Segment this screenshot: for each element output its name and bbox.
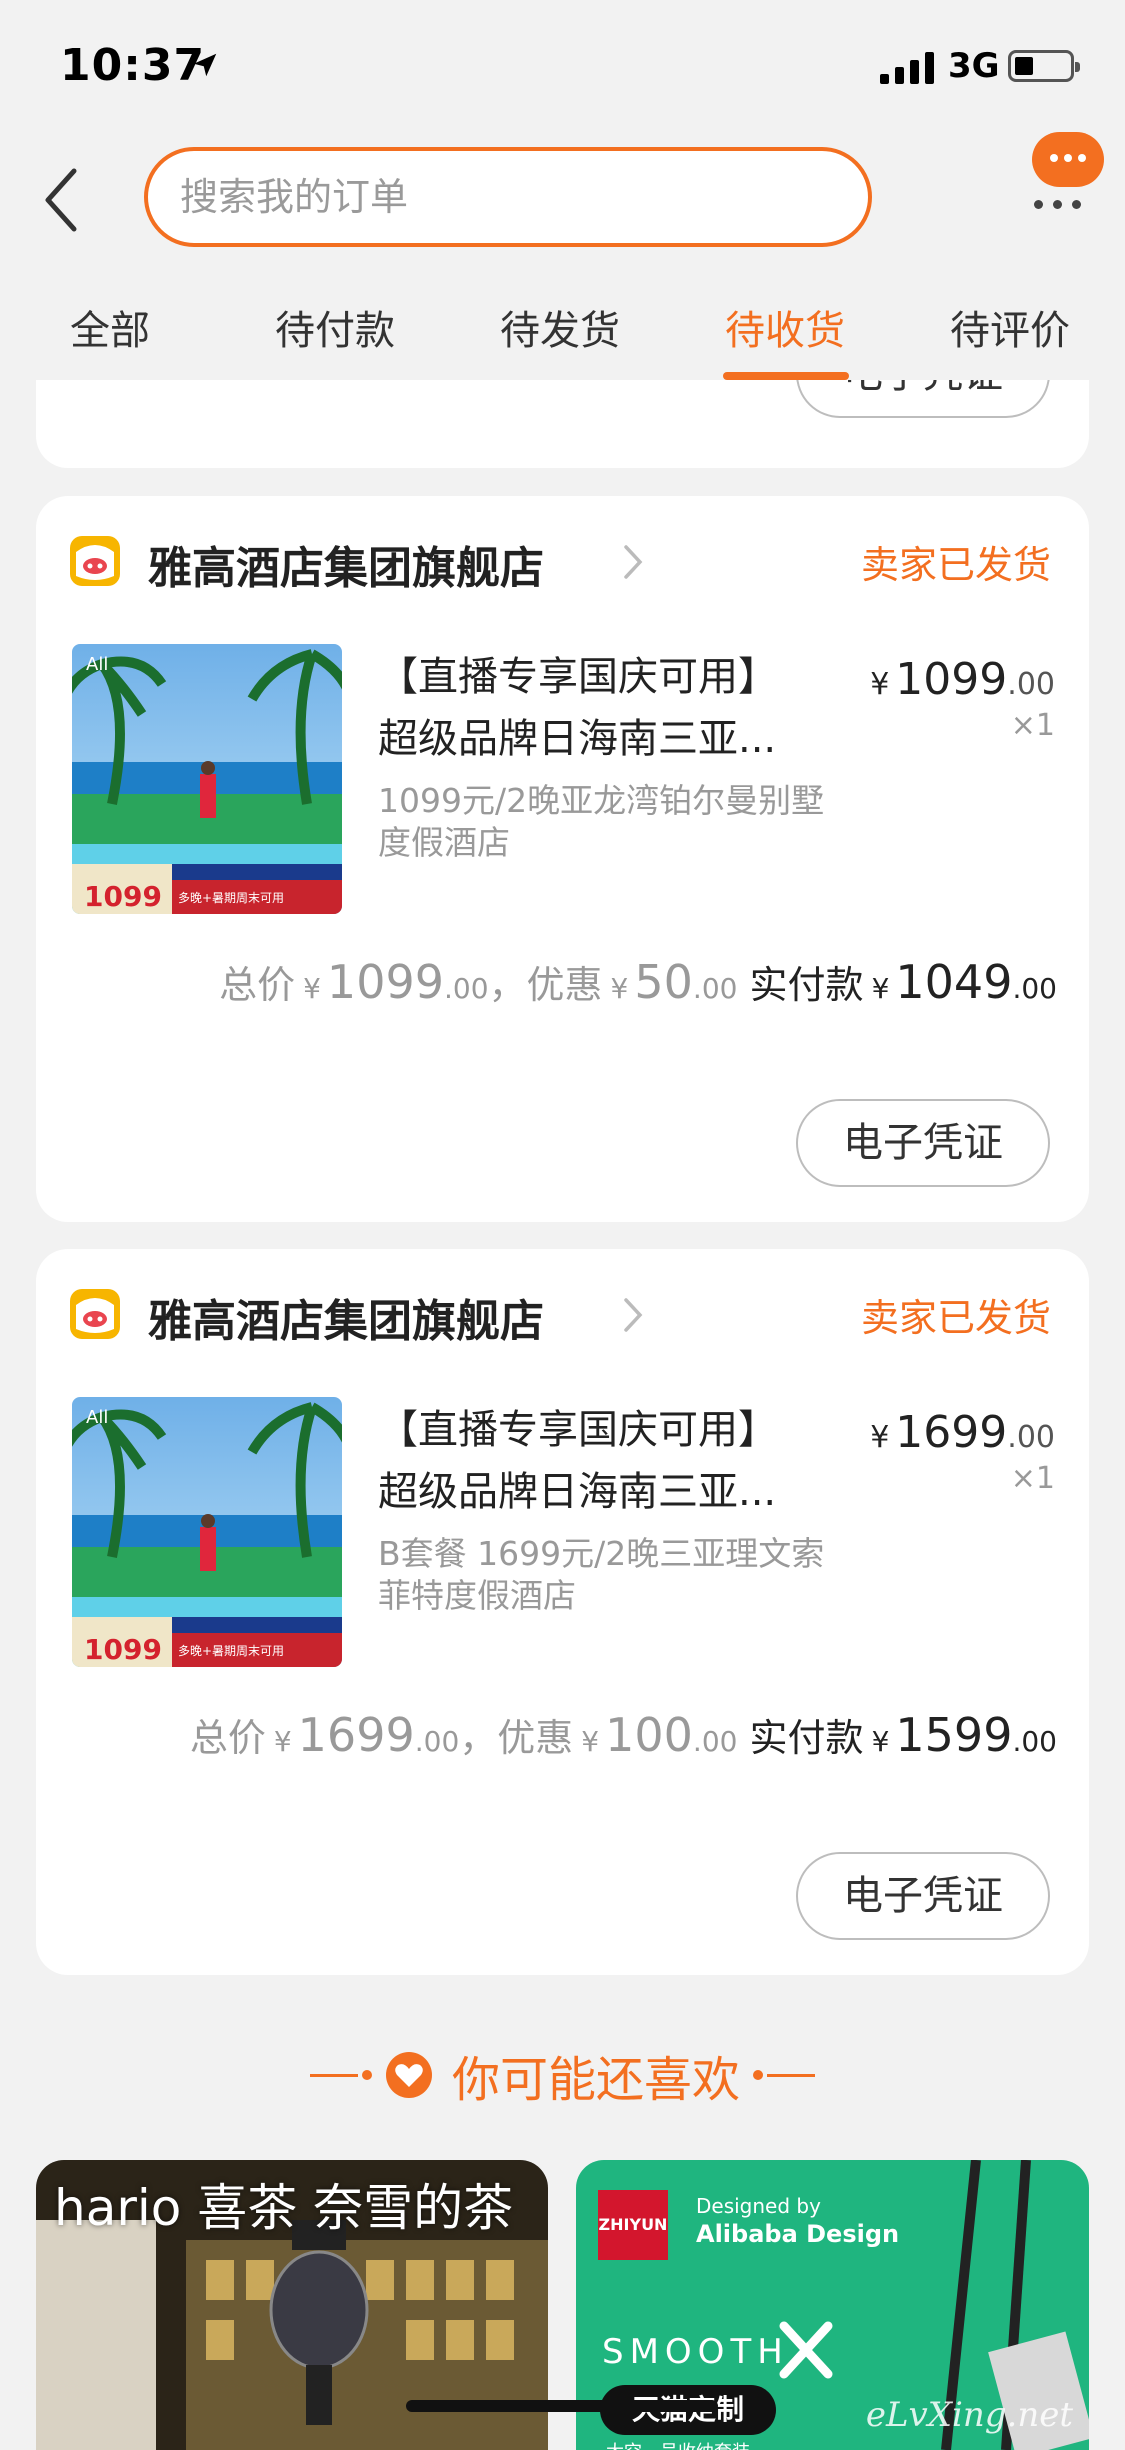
discount-decimal: .00 xyxy=(692,1725,738,1758)
total-label: 总价 xyxy=(189,1716,266,1760)
designed-by-label: Designed by xyxy=(696,2194,821,2218)
status-time: 10:37 xyxy=(60,40,206,91)
recommend-header: 你可能还喜欢 xyxy=(0,2040,1125,2110)
paid-label: 实付款 xyxy=(749,963,864,1007)
discount-label: ，优惠 xyxy=(459,1716,574,1760)
more-icon[interactable] xyxy=(1034,194,1091,213)
signal-icon xyxy=(880,52,934,84)
status-badge: 卖家已发货 xyxy=(860,543,1051,587)
paid-amount: 实付款 ¥1599.00 xyxy=(749,1708,1057,1762)
product-spec: 1099元/2晚亚龙湾铂尔曼别墅度假酒店 xyxy=(378,781,825,862)
svg-text:All: All xyxy=(86,1407,108,1428)
discount-currency: ¥ xyxy=(581,1725,600,1758)
price-currency: ¥ xyxy=(870,1420,890,1455)
product-tagline: 太空一号收纳套装 xyxy=(606,2438,750,2450)
recommend-title: 你可能还喜欢 xyxy=(452,2052,741,2108)
order-totals: 总价 ¥1699.00，优惠 ¥100.00 实付款 ¥1599.00 xyxy=(190,1707,1057,1762)
order-card: 雅高酒店集团旗舰店 卖家已发货 All 1099 多晚+暑期周末可用 【直播专享… xyxy=(36,496,1089,1222)
product-title[interactable]: 【直播专享国庆可用】 超级品牌日海南三亚... xyxy=(378,646,848,770)
product-name: SMOOTH xyxy=(602,2332,789,2372)
paid-integer: 1049 xyxy=(895,955,1013,1009)
product-quantity: ×1 xyxy=(1010,1461,1055,1496)
discount-integer: 50 xyxy=(634,955,693,1009)
status-bar: 10:37 3G xyxy=(0,0,1125,135)
search-box[interactable] xyxy=(144,147,872,247)
product-title[interactable]: 【直播专享国庆可用】 超级品牌日海南三亚... xyxy=(378,1399,848,1523)
paid-label: 实付款 xyxy=(749,1716,864,1760)
paid-currency: ¥ xyxy=(871,972,890,1005)
search-input[interactable] xyxy=(178,163,832,231)
product-title-line1: 【直播专享国庆可用】 xyxy=(378,654,778,700)
discount-currency: ¥ xyxy=(610,972,629,1005)
thumb-price-text: 1099 xyxy=(84,1633,162,1666)
paid-amount: 实付款 ¥1049.00 xyxy=(749,955,1057,1009)
discount-integer: 100 xyxy=(605,1708,693,1762)
home-indicator[interactable] xyxy=(406,2400,718,2412)
price-integer: 1099 xyxy=(895,654,1008,705)
voucher-button[interactable]: 电子凭证 xyxy=(796,1852,1050,1940)
thumb-price-text: 1099 xyxy=(84,880,162,913)
order-card: 雅高酒店集团旗舰店 卖家已发货 All 1099 多晚+暑期周末可用 【直播专享… xyxy=(36,1249,1089,1975)
discount-decimal: .00 xyxy=(692,972,738,1005)
product-price: ¥1099.00 xyxy=(870,654,1055,705)
recommend-item-label: hario 喜茶 奈雪的茶 xyxy=(54,2179,514,2237)
chevron-right-icon[interactable] xyxy=(622,544,644,580)
watermark: eLvXing.net xyxy=(865,2395,1073,2435)
status-badge: 卖家已发货 xyxy=(860,1296,1051,1340)
total-decimal: .00 xyxy=(414,1725,460,1758)
total-currency: ¥ xyxy=(303,972,321,1005)
product-image[interactable]: All 1099 多晚+暑期周末可用 xyxy=(72,644,342,914)
product-title-line1: 【直播专享国庆可用】 xyxy=(378,1407,778,1453)
total-integer: 1699 xyxy=(297,1708,415,1762)
tab-pending-payment[interactable]: 待付款 xyxy=(275,298,395,356)
heart-icon xyxy=(385,2052,432,2098)
chat-icon[interactable] xyxy=(1032,132,1104,187)
location-arrow-icon xyxy=(193,53,217,77)
divider xyxy=(309,2069,372,2080)
shop-icon xyxy=(70,536,120,586)
product-image[interactable]: All 1099 多晚+暑期周末可用 xyxy=(72,1397,342,1667)
order-card-partial: 电子凭证 xyxy=(36,380,1089,468)
total-currency: ¥ xyxy=(273,1725,292,1758)
divider xyxy=(753,2069,816,2080)
svg-text:All: All xyxy=(86,654,108,675)
voucher-button[interactable]: 电子凭证 xyxy=(796,1099,1050,1187)
tab-pending-receipt[interactable]: 待收货 xyxy=(725,298,845,356)
thumb-caption-text: 多晚+暑期周末可用 xyxy=(178,1644,284,1658)
product-title-line2: 超级品牌日海南三亚... xyxy=(378,716,777,762)
brand-logo: ZHIYUN xyxy=(598,2190,668,2260)
price-decimal: .00 xyxy=(1007,667,1055,702)
shop-icon xyxy=(70,1289,120,1339)
tab-pending-review[interactable]: 待评价 xyxy=(950,298,1070,356)
paid-currency: ¥ xyxy=(871,1725,890,1758)
discount-label: ，优惠 xyxy=(488,963,603,1007)
back-icon[interactable] xyxy=(40,165,80,235)
total-integer: 1099 xyxy=(326,955,444,1009)
price-integer: 1699 xyxy=(895,1407,1008,1458)
order-totals: 总价 ¥1099.00，优惠 ¥50.00 实付款 ¥1049.00 xyxy=(219,954,1057,1009)
order-tabs: 全部 待付款 待发货 待收货 待评价 xyxy=(0,270,1125,380)
shop-name[interactable]: 雅高酒店集团旗舰店 xyxy=(148,1285,544,1349)
paid-integer: 1599 xyxy=(895,1708,1013,1762)
product-price: ¥1699.00 xyxy=(870,1407,1055,1458)
paid-decimal: .00 xyxy=(1012,1725,1057,1758)
product-title-line2: 超级品牌日海南三亚... xyxy=(378,1469,777,1515)
price-currency: ¥ xyxy=(870,667,890,702)
chevron-right-icon[interactable] xyxy=(622,1297,644,1333)
tab-all[interactable]: 全部 xyxy=(70,298,150,356)
total-decimal: .00 xyxy=(444,972,489,1005)
product-spec: B套餐 1699元/2晚三亚理文索菲特度假酒店 xyxy=(378,1534,825,1615)
product-quantity: ×1 xyxy=(1010,708,1055,743)
designer-label: Alibaba Design xyxy=(696,2220,900,2248)
shop-name[interactable]: 雅高酒店集团旗舰店 xyxy=(148,532,544,596)
battery-icon xyxy=(1008,50,1080,82)
thumb-caption-text: 多晚+暑期周末可用 xyxy=(178,891,284,905)
voucher-button[interactable]: 电子凭证 xyxy=(796,380,1050,418)
network-type: 3G xyxy=(948,46,1000,86)
tab-active-indicator xyxy=(723,372,849,380)
paid-decimal: .00 xyxy=(1012,972,1057,1005)
price-decimal: .00 xyxy=(1007,1420,1055,1455)
total-label: 总价 xyxy=(219,963,296,1007)
tab-pending-shipment[interactable]: 待发货 xyxy=(500,298,620,356)
